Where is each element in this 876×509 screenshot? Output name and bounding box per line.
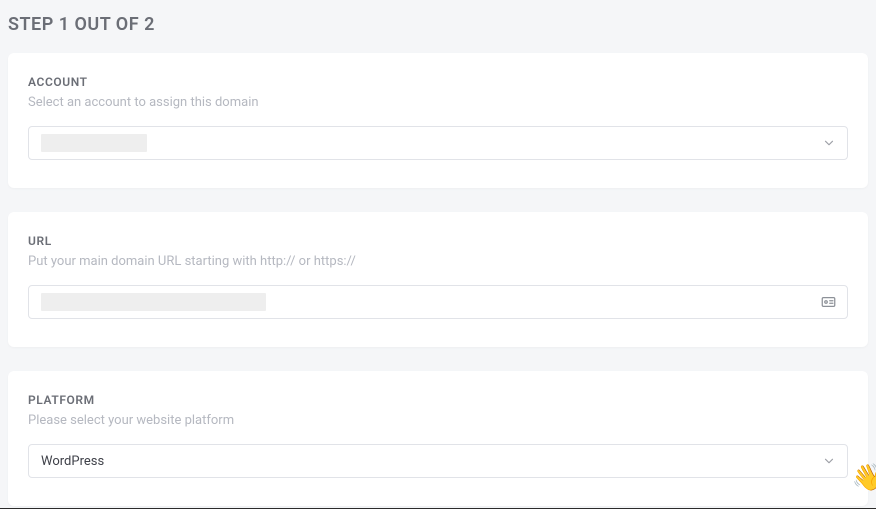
- url-sublabel: Put your main domain URL starting with h…: [28, 254, 848, 269]
- url-value-redacted: [41, 293, 266, 311]
- platform-select[interactable]: WordPress: [28, 444, 848, 478]
- account-select[interactable]: [28, 126, 848, 160]
- platform-select-wrap: WordPress: [28, 444, 848, 478]
- platform-value: WordPress: [41, 454, 104, 469]
- step-header: STEP 1 OUT OF 2: [0, 0, 876, 53]
- account-value-redacted: [41, 134, 147, 152]
- wave-icon: 👋: [852, 465, 876, 491]
- account-card: ACCOUNT Select an account to assign this…: [8, 53, 868, 188]
- step-title: STEP 1 OUT OF 2: [8, 14, 868, 35]
- url-input[interactable]: [28, 285, 848, 319]
- url-label: URL: [28, 234, 848, 248]
- account-sublabel: Select an account to assign this domain: [28, 95, 848, 110]
- account-label: ACCOUNT: [28, 75, 848, 89]
- platform-label: PLATFORM: [28, 393, 848, 407]
- account-select-wrap: [28, 126, 848, 160]
- url-card: URL Put your main domain URL starting wi…: [8, 212, 868, 347]
- url-input-wrap: [28, 285, 848, 319]
- platform-card: PLATFORM Please select your website plat…: [8, 371, 868, 506]
- platform-sublabel: Please select your website platform: [28, 413, 848, 428]
